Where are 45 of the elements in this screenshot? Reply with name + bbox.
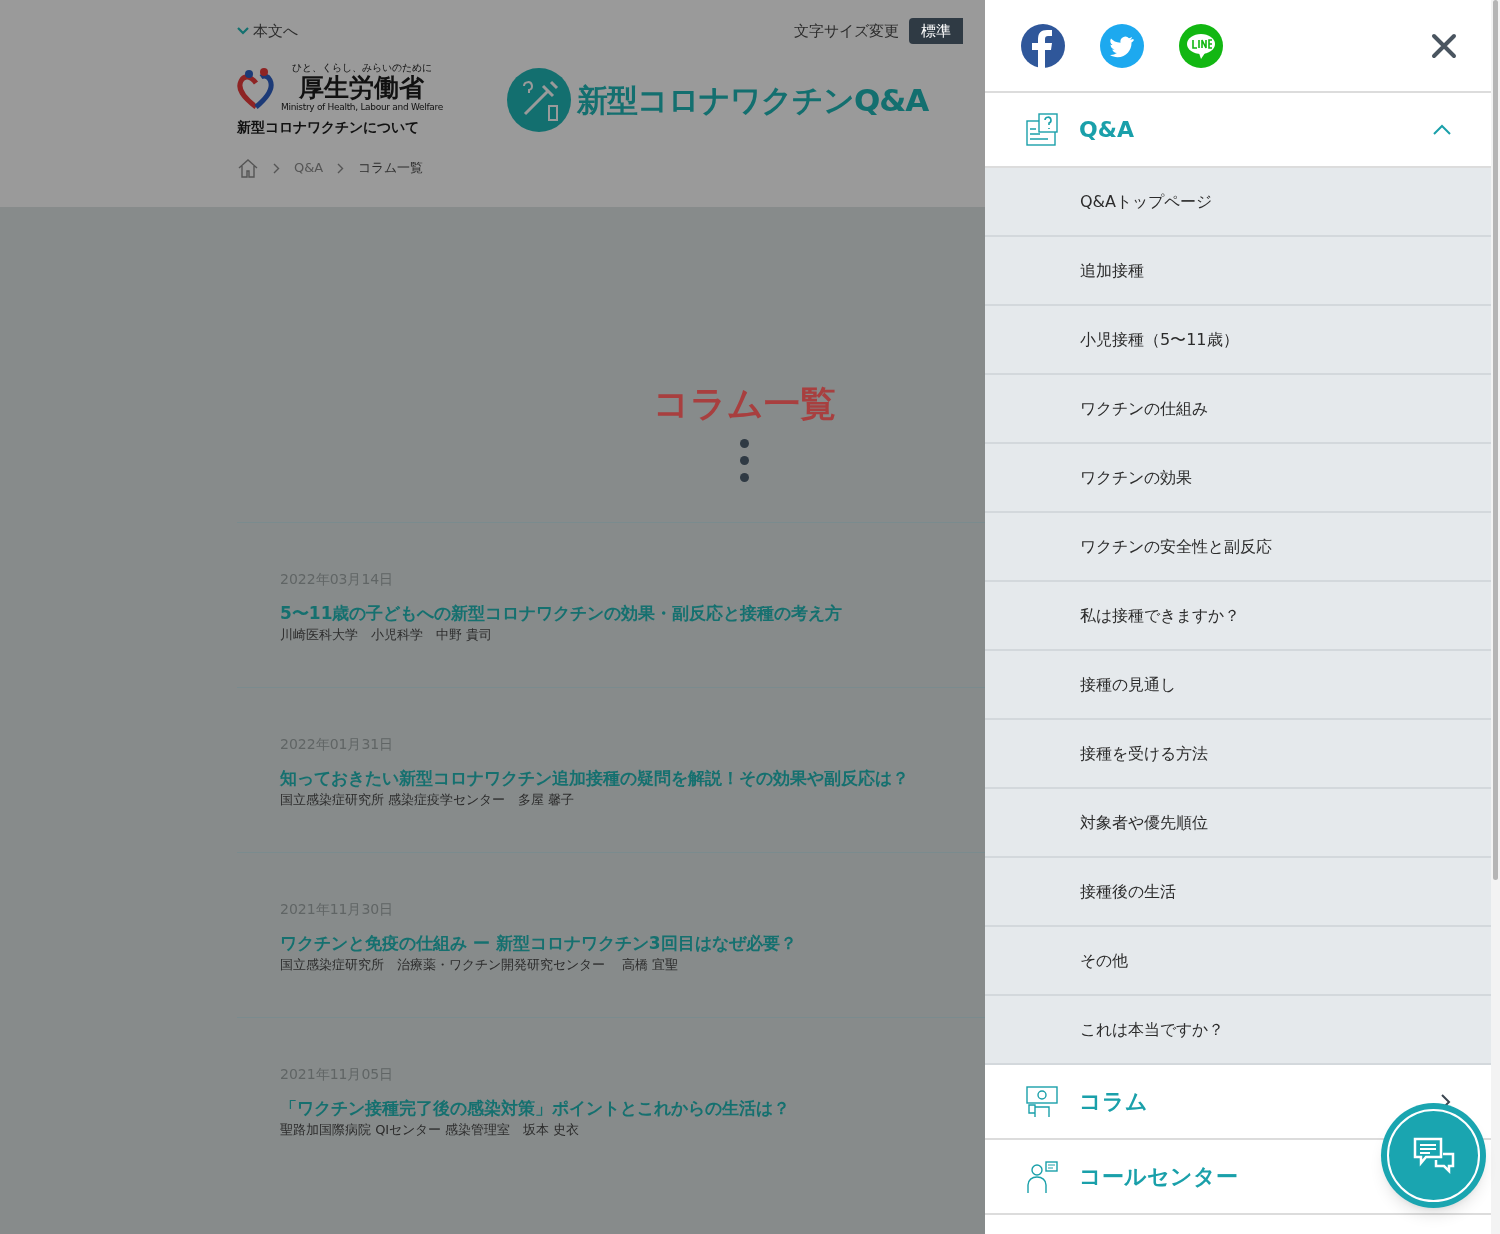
logo-tagline: ひと、くらし、みらいのために xyxy=(291,62,432,74)
logo-english: Ministry of Health, Labour and Welfare xyxy=(281,102,443,113)
menu-section-label: コラム xyxy=(1079,1088,1148,1116)
submenu-item[interactable]: ワクチンの効果 xyxy=(985,444,1491,513)
submenu-item[interactable]: 追加接種 xyxy=(985,237,1491,306)
breadcrumb-current: コラム一覧 xyxy=(358,159,424,178)
menu-section-label: Q&A xyxy=(1079,116,1134,144)
logo-mark-icon xyxy=(237,66,275,109)
submenu-item[interactable]: 小児接種（5〜11歳） xyxy=(985,306,1491,375)
submenu-item[interactable]: その他 xyxy=(985,927,1491,996)
chat-icon xyxy=(1411,1135,1456,1176)
submenu-item[interactable]: 対象者や優先順位 xyxy=(985,789,1491,858)
submenu-item[interactable]: 接種後の生活 xyxy=(985,858,1491,927)
chevron-down-icon xyxy=(237,27,249,35)
article-author: 国立感染症研究所 感染症疫学センター 多屋 馨子 xyxy=(280,791,576,809)
page-title: コラム一覧 xyxy=(653,382,836,426)
presenter-icon xyxy=(1025,1084,1059,1119)
font-size-label: 文字サイズ変更 xyxy=(794,20,899,42)
submenu-item[interactable]: 私は接種できますか？ xyxy=(985,582,1491,651)
question-document-icon xyxy=(1025,112,1059,147)
font-size-option[interactable]: 標準 xyxy=(909,18,963,44)
submenu-item[interactable]: 接種を受ける方法 xyxy=(985,720,1491,789)
skip-link[interactable]: 本文へ xyxy=(237,19,298,43)
chevron-right-icon xyxy=(337,162,345,174)
syringe-icon xyxy=(506,68,571,132)
dots-icon xyxy=(740,439,749,482)
article-author: 聖路加国際病院 QIセンター 感染管理室 坂本 史衣 xyxy=(280,1121,581,1139)
submenu-item[interactable]: ワクチンの仕組み xyxy=(985,375,1491,444)
article-author: 国立感染症研究所 治療薬・ワクチン開発研究センター 高橋 宜聖 xyxy=(280,956,680,974)
logo-name: 厚生労働省 xyxy=(299,74,425,102)
menu-section-label: コールセンター xyxy=(1079,1163,1238,1191)
close-icon xyxy=(1431,32,1457,59)
chevron-right-icon xyxy=(273,162,280,174)
article-author: 川崎医科大学 小児科学 中野 貴司 xyxy=(280,626,494,644)
logo-subtitle: 新型コロナワクチンについて xyxy=(237,118,420,137)
twitter-icon[interactable] xyxy=(1100,23,1144,68)
submenu-item[interactable]: Q&Aトップページ xyxy=(985,168,1491,237)
site-title: 新型コロナワクチンQ&A xyxy=(576,80,929,120)
operator-icon xyxy=(1025,1159,1059,1194)
home-icon[interactable] xyxy=(237,158,259,178)
close-button[interactable] xyxy=(1431,32,1457,59)
submenu-item[interactable]: これは本当ですか？ xyxy=(985,996,1491,1065)
submenu-item[interactable]: 接種の見通し xyxy=(985,651,1491,720)
submenu-item[interactable]: ワクチンの安全性と副反応 xyxy=(985,513,1491,582)
facebook-icon[interactable] xyxy=(1021,23,1065,68)
